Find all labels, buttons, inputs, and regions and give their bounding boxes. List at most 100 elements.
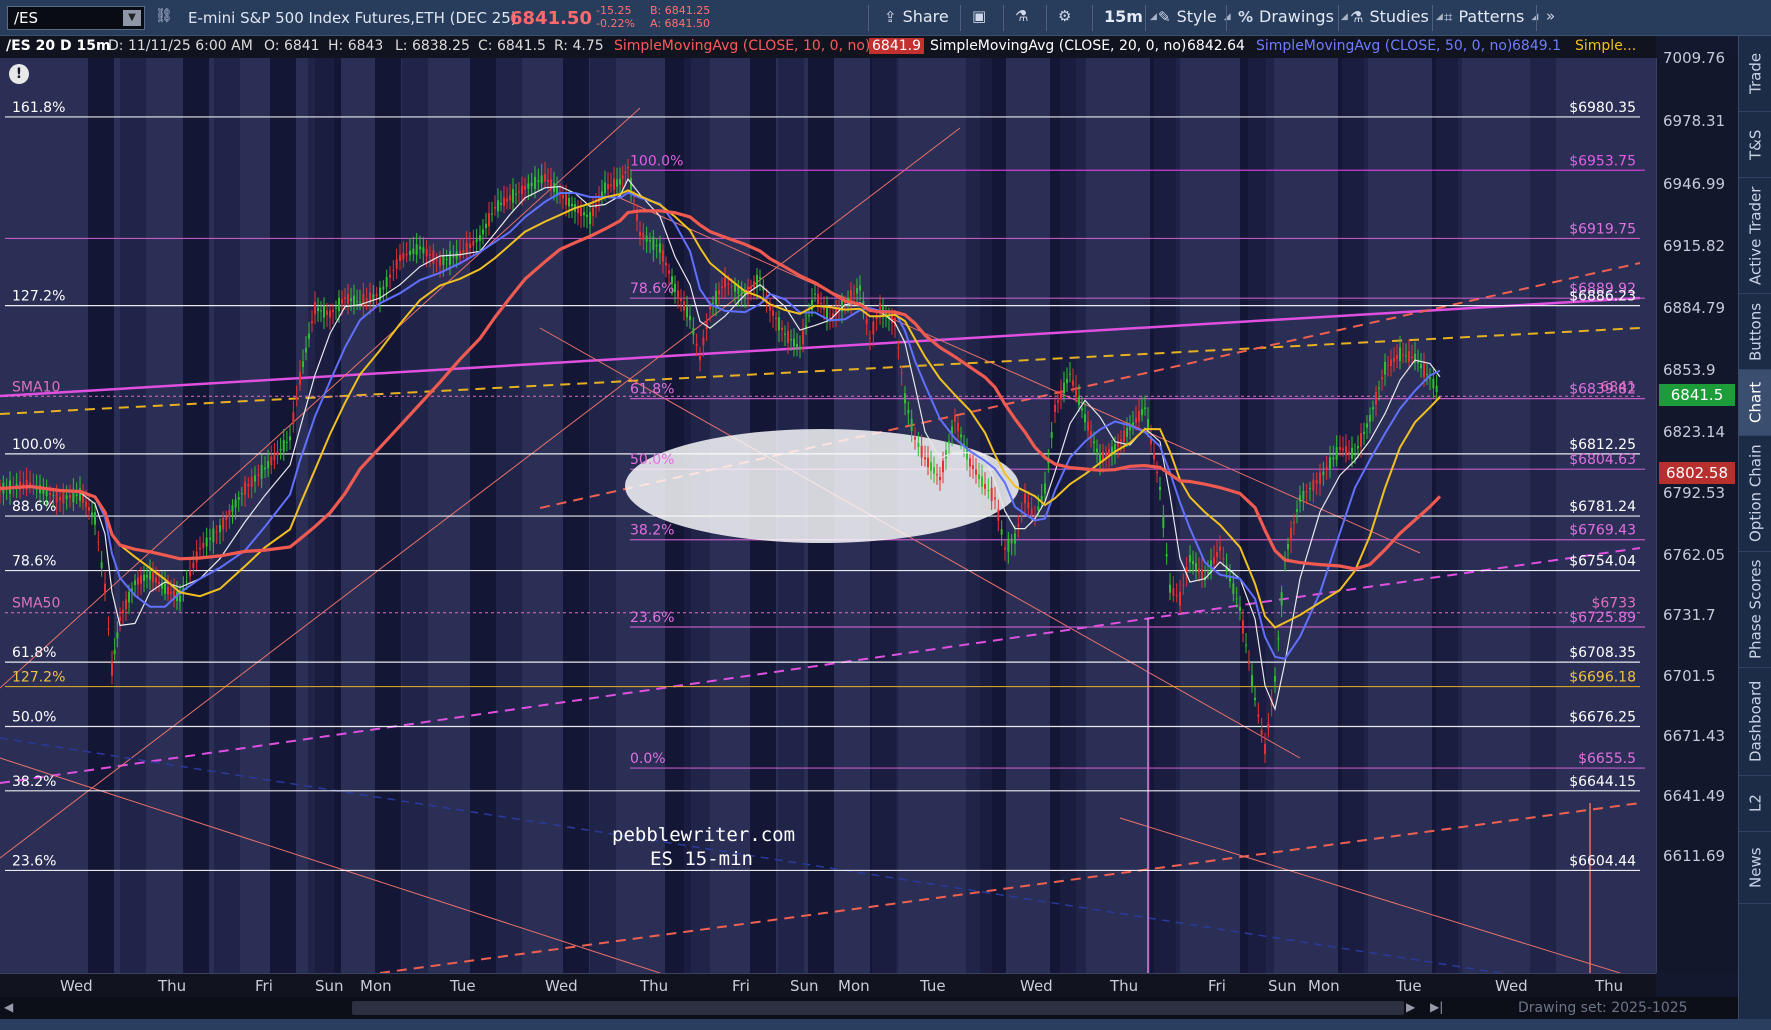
more-studies-label: Simple... — [1575, 38, 1637, 54]
candle-body — [69, 495, 71, 498]
drawings-button[interactable]: % Drawings ◢ — [1238, 7, 1348, 26]
settings-button[interactable]: ⚙ — [1058, 7, 1071, 25]
alert-info-icon[interactable]: ! — [9, 64, 29, 84]
bid-ask: B: 6841.25 A: 6841.50 — [650, 4, 710, 30]
sidebar-tab-dashboard[interactable]: Dashboard — [1739, 668, 1771, 776]
candle-body — [730, 285, 733, 287]
time-axis[interactable]: Wed Thu Fri Sun Mon Tue Wed Thu Fri Sun Mon Tue Wed T… — [0, 973, 1656, 997]
candle-body — [586, 214, 588, 217]
candle-body — [289, 436, 291, 441]
sma-marker-label: SMA10 — [12, 379, 60, 395]
studies-button[interactable]: ⚗ Studies ◢ — [1350, 7, 1443, 26]
candle-body — [1384, 361, 1386, 375]
candle-body — [939, 476, 941, 481]
time-tick-label: Wed — [1495, 977, 1528, 995]
candle-body — [1293, 521, 1295, 524]
candle-body — [234, 499, 237, 508]
candle-body — [1162, 515, 1165, 528]
candle-body — [237, 497, 240, 500]
candle-body — [544, 173, 546, 182]
candle-body — [82, 495, 84, 503]
sma-marker-value: 6841 — [1600, 379, 1636, 395]
candle-body — [104, 583, 106, 594]
candle-body — [1351, 447, 1353, 459]
level-price-label: $6754.04 — [1569, 554, 1636, 570]
candle-body — [1319, 472, 1321, 485]
sidebar-tab-chart[interactable]: Chart — [1739, 370, 1771, 436]
candle-body — [724, 276, 726, 288]
candle-body — [409, 250, 411, 256]
sidebar-tab-buttons[interactable]: Buttons — [1739, 294, 1771, 370]
flask-button[interactable]: ⚗ — [1015, 7, 1028, 25]
snapshot-button[interactable]: ▣ — [972, 7, 986, 25]
sidebar-tab-trade[interactable]: Trade — [1739, 36, 1771, 112]
candle-body — [320, 310, 322, 312]
sidebar-tab-news[interactable]: News — [1739, 832, 1771, 904]
candle-body — [984, 484, 986, 489]
candle-body — [276, 451, 279, 456]
price-tick-label: 6731.7 — [1663, 606, 1716, 625]
candle-body — [897, 347, 900, 349]
candle-body — [317, 307, 319, 312]
candle-body — [556, 187, 558, 194]
candle-body — [592, 207, 594, 217]
toolbar-divider — [1046, 5, 1047, 31]
price-chart[interactable]: 161.8% $6980.35 100.0% $6953.75 $6919.75 78.6… — [0, 58, 1656, 973]
level-price-label: $6919.75 — [1569, 221, 1636, 237]
candle-body — [1123, 430, 1125, 442]
candle-body — [1429, 377, 1431, 379]
sidebar-tab-option-chain[interactable]: Option Chain — [1739, 436, 1771, 552]
chart-scrollbar[interactable]: ◀ ▶ ▶| Drawing set: 2025-1025 — [0, 997, 1738, 1019]
candle-body — [1378, 387, 1380, 389]
candle-body — [515, 193, 517, 195]
scroll-end-icon[interactable]: ▶| — [1430, 1000, 1443, 1014]
candle-body — [747, 286, 749, 296]
candle-body — [750, 286, 752, 289]
candle-body — [933, 467, 935, 474]
candle-body — [282, 440, 285, 452]
scroll-thumb[interactable] — [352, 1001, 1404, 1015]
candle-body — [655, 244, 658, 247]
sidebar-tab-active-trader[interactable]: Active Trader — [1739, 178, 1771, 294]
share-icon: ⇪ — [884, 7, 897, 26]
link-icon[interactable]: ⛓ — [155, 8, 173, 24]
pct-change: -0.22% — [596, 17, 635, 30]
bar-date: D: 11/11/25 6:00 AM — [108, 38, 253, 54]
symbol-input[interactable]: /ES ▼ — [7, 6, 145, 30]
candle-body — [158, 582, 160, 585]
candle-body — [1296, 509, 1298, 512]
style-button[interactable]: ✎ Style ◢ — [1158, 7, 1231, 26]
chart-plot-area[interactable]: 161.8% $6980.35 100.0% $6953.75 $6919.75 78.6… — [0, 58, 1656, 973]
sidebar-tab-t-s[interactable]: T&S — [1739, 112, 1771, 178]
level-price-label: $6676.25 — [1569, 709, 1636, 725]
sidebar-tab-l2[interactable]: L2 — [1739, 776, 1771, 832]
candle-body — [784, 333, 786, 335]
ask-price: A: 6841.50 — [650, 17, 711, 30]
scroll-right-icon[interactable]: ▶ — [1406, 1000, 1415, 1014]
candle-body — [429, 254, 431, 256]
level-price-label: $6644.15 — [1569, 774, 1636, 790]
level-left-label: 127.2% — [12, 670, 65, 686]
candle-body — [1000, 529, 1003, 535]
share-button[interactable]: ⇪ Share — [884, 7, 949, 26]
price-axis[interactable]: 7009.76 6978.31 6946.99 6915.82 6884.79 6853.… — [1656, 49, 1738, 973]
scroll-left-icon[interactable]: ◀ — [4, 1000, 13, 1014]
chevron-down-icon[interactable]: ▼ — [123, 10, 141, 26]
level-left-label: 23.6% — [630, 610, 674, 626]
time-tick-label: Sun — [1268, 977, 1297, 995]
candle-body — [1345, 446, 1347, 456]
chart-info-bar: /ES 20 D 15m D: 11/11/25 6:00 AM O: 6841… — [0, 36, 1656, 58]
candle-body — [607, 184, 609, 190]
patterns-button[interactable]: ⌗ Patterns ◢ — [1444, 7, 1538, 26]
candle-body — [1169, 584, 1171, 593]
caret-icon: ◢ — [1531, 11, 1539, 22]
timeframe-button[interactable]: 15m ◢ — [1104, 7, 1157, 26]
candle-body — [1254, 697, 1256, 701]
last-price: 6841.50 — [510, 8, 592, 29]
collapse-toolbar-button[interactable]: » — [1546, 7, 1555, 25]
candle-body — [530, 182, 533, 187]
level-price-label: $6812.25 — [1569, 437, 1636, 453]
sidebar-tab-phase-scores[interactable]: Phase Scores — [1739, 552, 1771, 668]
candle-body — [302, 361, 304, 368]
candle-body — [683, 301, 685, 311]
